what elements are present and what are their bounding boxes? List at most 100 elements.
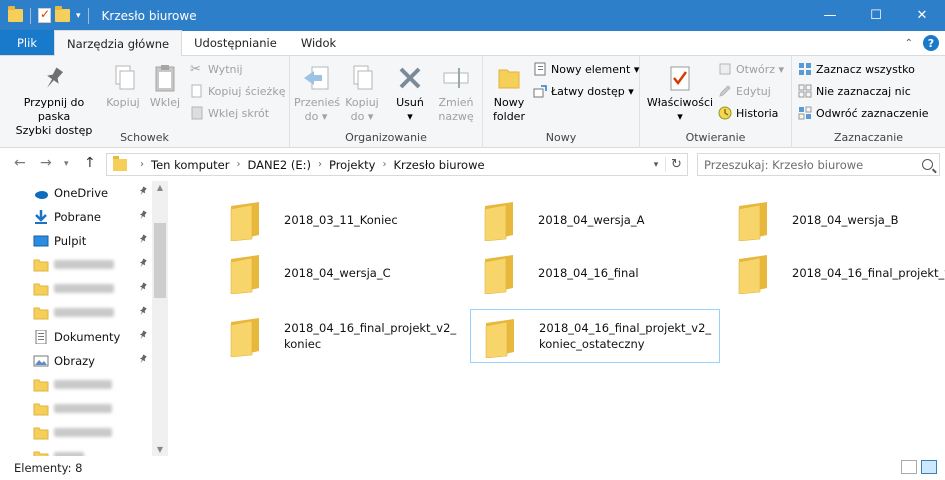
folder-item[interactable]: 2018_04_wersja_C (216, 246, 466, 300)
new-folder-icon[interactable] (55, 6, 70, 22)
properties-icon[interactable] (38, 7, 51, 23)
nav-item[interactable]: OneDrive (0, 181, 152, 205)
nav-item[interactable]: Pulpit (0, 229, 152, 253)
copy-path-button[interactable]: Kopiuj ścieżkę (190, 84, 285, 98)
edit-button[interactable]: Edytuj (718, 84, 771, 98)
nav-item[interactable] (0, 277, 152, 301)
easy-access-button[interactable]: Łatwy dostęp ▾ (533, 84, 634, 98)
nav-item[interactable] (0, 397, 152, 421)
pin-icon[interactable] (138, 234, 148, 247)
rename-button[interactable]: Zmień nazwę (434, 62, 478, 124)
pin-icon[interactable] (138, 186, 148, 199)
title-bar: ▾ Krzesło biurowe — ☐ ✕ (0, 0, 945, 31)
nav-item-label-blurred (54, 306, 114, 320)
select-all-icon (798, 62, 812, 76)
invert-selection-button[interactable]: Odwróć zaznaczenie (798, 106, 929, 120)
back-arrow-icon[interactable]: ← (14, 155, 26, 171)
copy-to-button[interactable]: Kopiuj do ▾ (340, 62, 384, 124)
forward-arrow-icon[interactable]: → (40, 155, 52, 171)
select-all-button[interactable]: Zaznacz wszystko (798, 62, 915, 76)
nav-scrollbar[interactable]: ▲ ▼ (152, 181, 168, 456)
scroll-up-icon[interactable]: ▲ (152, 183, 168, 192)
folder-name-line: 2018_03_11_Koniec (284, 213, 398, 227)
tiles-view-icon[interactable] (921, 460, 937, 474)
folder-item[interactable]: 2018_04_16_final_projekt_v2_ koniec_ostat… (470, 309, 720, 363)
open-button[interactable]: Otwórz ▾ (718, 62, 784, 76)
nav-item-label-blurred (54, 402, 112, 416)
up-arrow-icon[interactable]: ↑ (84, 155, 96, 171)
minimize-button[interactable]: — (807, 0, 853, 31)
pin-icon[interactable] (138, 306, 148, 319)
close-button[interactable]: ✕ (899, 0, 945, 31)
new-folder-button[interactable]: Nowy folder (489, 62, 529, 124)
cut-button[interactable]: ✂ Wytnij (190, 62, 243, 77)
chevron-right-icon[interactable]: › (382, 159, 386, 170)
breadcrumb-item[interactable]: Krzesło biurowe (393, 158, 484, 172)
chevron-right-icon[interactable]: › (140, 159, 144, 170)
collapse-ribbon-icon[interactable]: ⌃ (905, 38, 913, 49)
desktop-icon (33, 234, 49, 248)
nav-item[interactable]: Dokumenty (0, 325, 152, 349)
history-button[interactable]: Historia (718, 106, 778, 120)
folder-item[interactable]: 2018_04_wersja_A (470, 193, 720, 247)
scroll-thumb[interactable] (154, 223, 166, 298)
breadcrumb-item[interactable]: Projekty (329, 158, 376, 172)
recent-locations-icon[interactable]: ▾ (64, 159, 69, 169)
refresh-icon[interactable]: ↻ (665, 157, 687, 172)
tab-view[interactable]: Widok (289, 30, 348, 55)
nav-item[interactable] (0, 421, 152, 445)
pin-icon[interactable] (138, 330, 148, 343)
paste-shortcut-button[interactable]: Wklej skrót (190, 106, 269, 120)
scroll-down-icon[interactable]: ▼ (152, 445, 168, 454)
pin-icon[interactable] (138, 354, 148, 367)
folder-name: 2018_04_16_final (538, 265, 639, 281)
edit-icon (718, 84, 732, 98)
folder-item[interactable]: 2018_03_11_Koniec (216, 193, 466, 247)
tab-file[interactable]: Plik (0, 30, 54, 55)
chevron-right-icon[interactable]: › (318, 159, 322, 170)
folder-item[interactable]: 2018_04_16_final (470, 246, 720, 300)
delete-icon (394, 62, 426, 94)
folder-item[interactable]: 2018_04_wersja_B (724, 193, 945, 247)
chevron-right-icon[interactable]: › (236, 159, 240, 170)
paste-button[interactable]: Wklej (145, 62, 185, 110)
address-bar[interactable]: › Ten komputer › DANE2 (E:) › Projekty ›… (106, 153, 688, 176)
help-icon[interactable]: ? (923, 35, 939, 51)
copy-button[interactable]: Kopiuj (103, 62, 143, 110)
details-view-icon[interactable] (901, 460, 917, 474)
search-input[interactable]: Przeszukaj: Krzesło biurowe (697, 153, 940, 176)
folder-icon (113, 155, 127, 171)
folder-item[interactable]: 2018_04_16_final_projekt_v2 (724, 246, 945, 300)
delete-button[interactable]: Usuń ▾ (390, 62, 430, 124)
nav-item[interactable] (0, 253, 152, 277)
address-dropdown-icon[interactable]: ▾ (647, 160, 665, 170)
breadcrumb-item[interactable]: DANE2 (E:) (247, 158, 310, 172)
folder-name: 2018_03_11_Koniec (284, 212, 398, 228)
customize-toolbar-icon[interactable]: ▾ (76, 11, 81, 21)
properties-icon (664, 62, 696, 94)
tab-share[interactable]: Udostępnianie (182, 30, 289, 55)
nav-item[interactable] (0, 373, 152, 397)
properties-button[interactable]: Właściwości ▾ (644, 62, 716, 124)
folder-icon (33, 258, 49, 272)
nav-item[interactable]: Obrazy (0, 349, 152, 373)
easy-access-icon (533, 84, 547, 98)
pin-icon[interactable] (138, 258, 148, 271)
folder-name-line: koniec (284, 337, 322, 351)
nav-item[interactable]: Pobrane (0, 205, 152, 229)
new-item-button[interactable]: Nowy element ▾ (533, 62, 639, 76)
nav-item-label: Obrazy (54, 354, 95, 368)
breadcrumb-item[interactable]: Ten komputer (151, 158, 229, 172)
maximize-button[interactable]: ☐ (853, 0, 899, 31)
select-none-button[interactable]: Nie zaznaczaj nic (798, 84, 911, 98)
move-to-button[interactable]: Przenieś do ▾ (294, 62, 340, 124)
pin-quick-access-button[interactable]: Przypnij do paska Szybki dostęp (6, 62, 102, 138)
nav-item[interactable] (0, 301, 152, 325)
pin-icon[interactable] (138, 282, 148, 295)
tab-home[interactable]: Narzędzia główne (54, 30, 183, 56)
folder-item[interactable]: 2018_04_16_final_projekt_v2_ koniec (216, 309, 466, 363)
pin-icon[interactable] (138, 210, 148, 223)
folder-name: 2018_04_wersja_C (284, 265, 391, 281)
nav-item-label: Pulpit (54, 234, 87, 248)
folder-icon[interactable] (8, 6, 23, 22)
